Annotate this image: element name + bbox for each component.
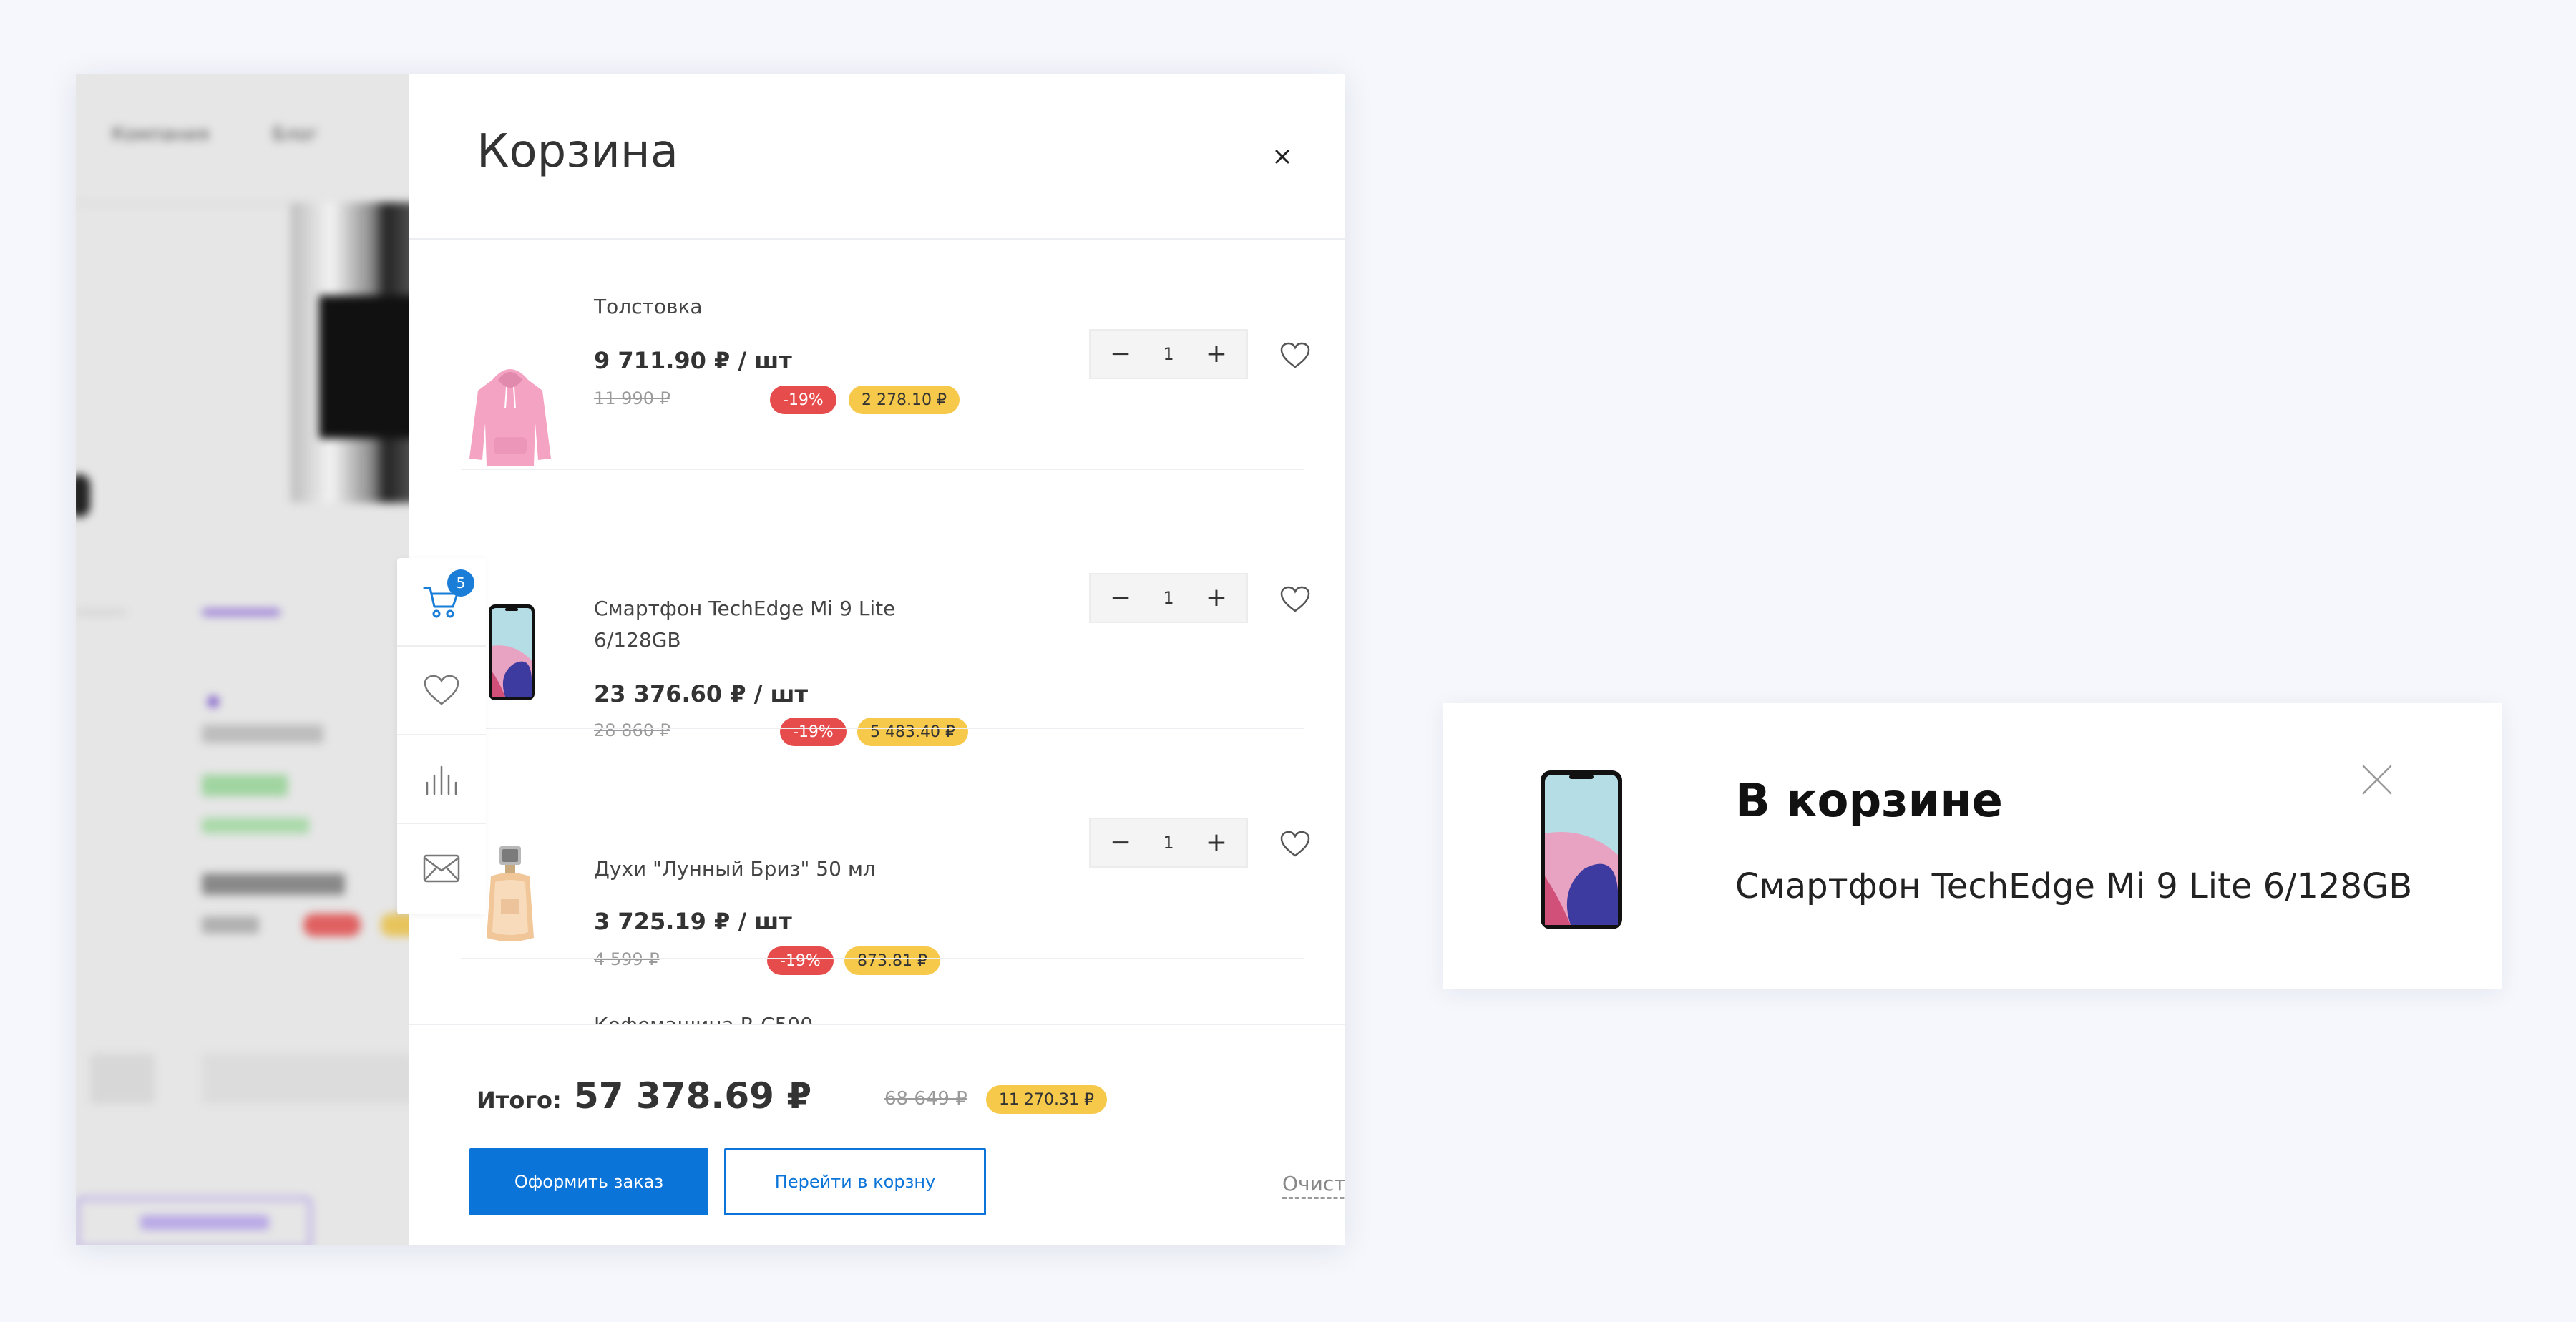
cart-title: Корзина [477, 125, 678, 178]
total-saving-badge: 11 270.31 ₽ [986, 1085, 1107, 1114]
decrease-button[interactable]: − [1106, 584, 1135, 612]
increase-button[interactable]: + [1202, 584, 1231, 612]
total-sum: 57 378.69 ₽ [574, 1075, 812, 1117]
decrease-button[interactable]: − [1106, 828, 1135, 857]
close-icon[interactable] [1268, 142, 1297, 171]
discount-badge: -19% [767, 946, 834, 975]
item-divider [461, 958, 1304, 959]
smartphone-image [1541, 770, 1622, 929]
quantity-stepper: − 1 + [1089, 573, 1248, 623]
increase-button[interactable]: + [1202, 340, 1231, 368]
background-nav: Компания Блог [112, 124, 376, 145]
compare-chart-icon [426, 765, 457, 795]
decrease-button[interactable]: − [1106, 340, 1135, 368]
quantity-value[interactable]: 1 [1163, 833, 1174, 853]
quantity-value[interactable]: 1 [1163, 588, 1174, 608]
item-name[interactable]: Духи "Лунный Бриз" 50 мл [594, 853, 923, 885]
heart-icon[interactable] [1279, 341, 1311, 370]
shop-window: Компания Блог Корзина Толстовка 9 711.90… [76, 74, 1345, 1245]
discount-badge: -19% [770, 386, 836, 414]
cart-header: Корзина [409, 74, 1345, 240]
heart-icon[interactable] [1279, 830, 1311, 858]
item-name-partial[interactable]: Кофемашина R-C500 [594, 1013, 813, 1024]
toast-product-name: Смартфон TechEdge Mi 9 Lite 6/128GB [1735, 866, 2413, 906]
item-price: 23 376.60 ₽ / шт [594, 680, 809, 707]
toast-title: В корзине [1735, 775, 2003, 828]
background-nav-item: Компания [112, 124, 210, 145]
item-old-price: 11 990 ₽ [594, 388, 670, 408]
sidebar-item-favorites[interactable] [397, 647, 486, 735]
heart-icon[interactable] [1279, 585, 1311, 614]
item-old-price: 28 860 ₽ [594, 720, 670, 740]
clear-cart-button[interactable]: Очистить [1282, 1171, 1345, 1199]
background-nav-item: Блог [272, 124, 318, 145]
item-price: 3 725.19 ₽ / шт [594, 908, 792, 935]
increase-button[interactable]: + [1202, 828, 1231, 857]
hoodie-image [469, 369, 551, 466]
item-divider [461, 469, 1304, 470]
discount-badge: -19% [780, 718, 847, 746]
side-toolbar: 5 [397, 558, 486, 914]
mail-icon [423, 854, 460, 883]
go-to-cart-button[interactable]: Перейти в корзну [724, 1148, 986, 1215]
item-divider [461, 728, 1304, 729]
heart-icon [424, 675, 459, 705]
item-old-price: 4 599 ₽ [594, 949, 660, 969]
sidebar-item-mail[interactable] [397, 824, 486, 913]
item-name[interactable]: Толстовка [594, 291, 923, 323]
quantity-value[interactable]: 1 [1163, 344, 1174, 364]
saving-badge: 2 278.10 ₽ [849, 386, 960, 414]
quantity-stepper: − 1 + [1089, 818, 1248, 868]
sidebar-item-cart[interactable]: 5 [397, 558, 486, 647]
checkout-button[interactable]: Оформить заказ [469, 1148, 708, 1215]
cart-count-badge: 5 [447, 569, 474, 597]
total-old-price: 68 649 ₽ [884, 1088, 967, 1110]
added-to-cart-toast: В корзине Смартфон TechEdge Mi 9 Lite 6/… [1443, 703, 2502, 989]
quantity-stepper: − 1 + [1089, 329, 1248, 379]
total-label: Итого: [477, 1087, 562, 1114]
background-page: Компания Блог [76, 74, 409, 1245]
item-name[interactable]: Смартфон TechEdge Mi 9 Lite 6/128GB [594, 593, 923, 656]
close-icon[interactable] [2359, 762, 2395, 798]
cart-panel: Корзина Толстовка 9 711.90 ₽ / шт 11 990… [409, 74, 1345, 1245]
cart-footer: Итого: 57 378.69 ₽ 68 649 ₽ 11 270.31 ₽ … [409, 1024, 1345, 1245]
saving-badge: 873.81 ₽ [844, 946, 940, 975]
saving-badge: 5 483.40 ₽ [857, 718, 968, 746]
item-price: 9 711.90 ₽ / шт [594, 347, 792, 374]
sidebar-item-compare[interactable] [397, 735, 486, 824]
